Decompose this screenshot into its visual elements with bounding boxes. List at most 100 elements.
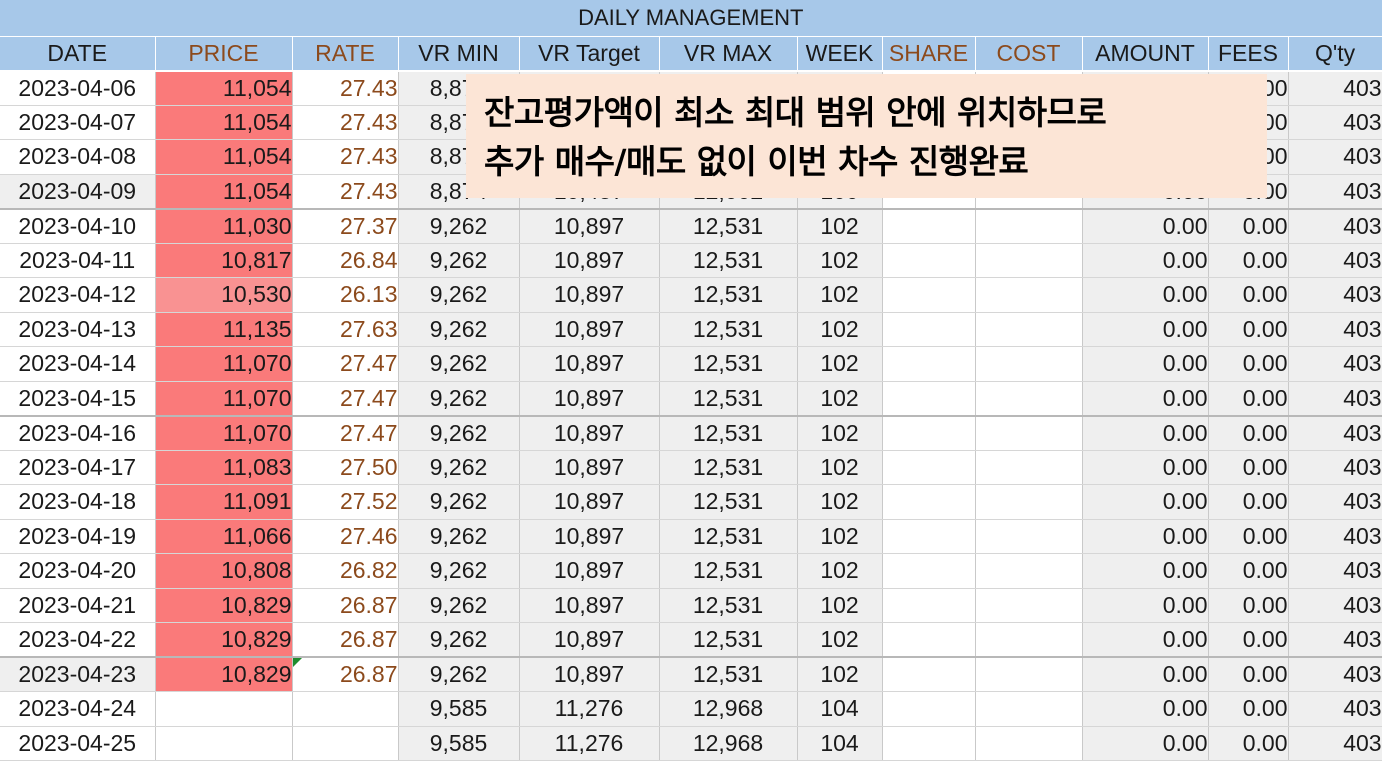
cell-price[interactable]: 11,135 (155, 312, 293, 347)
cell-price[interactable] (155, 726, 293, 761)
cell-amount[interactable]: 0.00 (1082, 484, 1209, 520)
cell-date[interactable]: 2023-04-12 (0, 277, 156, 313)
cell-share[interactable] (882, 484, 976, 520)
cell-date[interactable]: 2023-04-14 (0, 346, 156, 382)
col-header-qty[interactable]: Q'ty (1288, 36, 1382, 72)
cell-date[interactable]: 2023-04-18 (0, 484, 156, 520)
cell-date[interactable]: 2023-04-22 (0, 622, 156, 658)
cell-share[interactable] (882, 553, 976, 589)
cell-cost[interactable] (975, 415, 1083, 451)
cell-vr-max[interactable]: 12,531 (659, 622, 798, 658)
cell-week[interactable]: 102 (797, 243, 883, 278)
cell-vr-min[interactable]: 9,262 (398, 381, 520, 417)
cell-week[interactable]: 102 (797, 519, 883, 554)
cell-vr-target[interactable]: 10,897 (519, 588, 660, 623)
cell-qty[interactable]: 403 (1288, 519, 1382, 554)
cell-qty[interactable]: 403 (1288, 691, 1382, 727)
cell-fees[interactable]: 0.00 (1208, 381, 1289, 417)
cell-share[interactable] (882, 243, 976, 278)
cell-date[interactable]: 2023-04-21 (0, 588, 156, 623)
cell-date[interactable]: 2023-04-08 (0, 139, 156, 175)
cell-vr-min[interactable]: 9,262 (398, 312, 520, 347)
cell-vr-target[interactable]: 10,897 (519, 553, 660, 589)
cell-price[interactable]: 10,530 (155, 277, 293, 313)
cell-amount[interactable]: 0.00 (1082, 346, 1209, 382)
cell-vr-max[interactable]: 12,531 (659, 484, 798, 520)
col-header-vr-max[interactable]: VR MAX (659, 36, 798, 72)
cell-qty[interactable]: 403 (1288, 346, 1382, 382)
cell-amount[interactable]: 0.00 (1082, 243, 1209, 278)
cell-amount[interactable]: 0.00 (1082, 622, 1209, 658)
cell-qty[interactable]: 403 (1288, 174, 1382, 210)
cell-rate[interactable]: 27.43 (292, 174, 399, 210)
cell-vr-min[interactable]: 9,262 (398, 277, 520, 313)
cell-price[interactable]: 11,030 (155, 208, 293, 244)
cell-vr-min[interactable]: 9,262 (398, 622, 520, 658)
cell-rate[interactable]: 26.87 (292, 622, 399, 658)
cell-qty[interactable]: 403 (1288, 139, 1382, 175)
col-header-vr-min[interactable]: VR MIN (398, 36, 520, 72)
cell-rate[interactable]: 27.52 (292, 484, 399, 520)
cell-amount[interactable]: 0.00 (1082, 519, 1209, 554)
cell-vr-target[interactable]: 10,897 (519, 208, 660, 244)
cell-vr-min[interactable]: 9,262 (398, 553, 520, 589)
cell-vr-min[interactable]: 9,585 (398, 691, 520, 727)
cell-vr-target[interactable]: 11,276 (519, 726, 660, 761)
cell-fees[interactable]: 0.00 (1208, 346, 1289, 382)
cell-vr-max[interactable]: 12,531 (659, 519, 798, 554)
cell-fees[interactable]: 0.00 (1208, 312, 1289, 347)
cell-date[interactable]: 2023-04-16 (0, 415, 156, 451)
cell-week[interactable]: 102 (797, 312, 883, 347)
cell-cost[interactable] (975, 312, 1083, 347)
cell-fees[interactable]: 0.00 (1208, 450, 1289, 485)
cell-price[interactable] (155, 691, 293, 727)
cell-amount[interactable]: 0.00 (1082, 553, 1209, 589)
cell-qty[interactable]: 403 (1288, 726, 1382, 761)
cell-amount[interactable]: 0.00 (1082, 381, 1209, 417)
cell-share[interactable] (882, 415, 976, 451)
cell-fees[interactable]: 0.00 (1208, 553, 1289, 589)
cell-share[interactable] (882, 519, 976, 554)
cell-qty[interactable]: 403 (1288, 277, 1382, 313)
cell-vr-max[interactable]: 12,531 (659, 346, 798, 382)
cell-price[interactable]: 11,054 (155, 70, 293, 106)
cell-price[interactable]: 10,808 (155, 553, 293, 589)
cell-fees[interactable]: 0.00 (1208, 622, 1289, 658)
col-header-date[interactable]: DATE (0, 36, 156, 72)
cell-share[interactable] (882, 657, 976, 692)
cell-price[interactable]: 11,054 (155, 105, 293, 140)
cell-date[interactable]: 2023-04-09 (0, 174, 156, 210)
cell-price[interactable]: 10,829 (155, 657, 293, 692)
cell-fees[interactable]: 0.00 (1208, 519, 1289, 554)
col-header-fees[interactable]: FEES (1208, 36, 1289, 72)
cell-week[interactable]: 102 (797, 622, 883, 658)
cell-cost[interactable] (975, 519, 1083, 554)
cell-cost[interactable] (975, 346, 1083, 382)
cell-vr-max[interactable]: 12,531 (659, 450, 798, 485)
cell-share[interactable] (882, 726, 976, 761)
cell-week[interactable]: 102 (797, 346, 883, 382)
cell-price[interactable]: 10,817 (155, 243, 293, 278)
cell-share[interactable] (882, 312, 976, 347)
cell-date[interactable]: 2023-04-20 (0, 553, 156, 589)
cell-date[interactable]: 2023-04-06 (0, 70, 156, 106)
cell-qty[interactable]: 403 (1288, 208, 1382, 244)
cell-cost[interactable] (975, 381, 1083, 417)
cell-qty[interactable]: 403 (1288, 657, 1382, 692)
cell-cost[interactable] (975, 726, 1083, 761)
cell-cost[interactable] (975, 657, 1083, 692)
cell-week[interactable]: 102 (797, 381, 883, 417)
cell-date[interactable]: 2023-04-10 (0, 208, 156, 244)
cell-rate[interactable]: 27.47 (292, 346, 399, 382)
cell-fees[interactable]: 0.00 (1208, 243, 1289, 278)
cell-week[interactable]: 102 (797, 484, 883, 520)
cell-date[interactable]: 2023-04-23 (0, 657, 156, 692)
col-header-amount[interactable]: AMOUNT (1082, 36, 1209, 72)
cell-week[interactable]: 102 (797, 588, 883, 623)
cell-vr-min[interactable]: 9,262 (398, 346, 520, 382)
cell-fees[interactable]: 0.00 (1208, 484, 1289, 520)
cell-amount[interactable]: 0.00 (1082, 691, 1209, 727)
cell-vr-max[interactable]: 12,968 (659, 691, 798, 727)
cell-qty[interactable]: 403 (1288, 450, 1382, 485)
cell-vr-min[interactable]: 9,262 (398, 450, 520, 485)
